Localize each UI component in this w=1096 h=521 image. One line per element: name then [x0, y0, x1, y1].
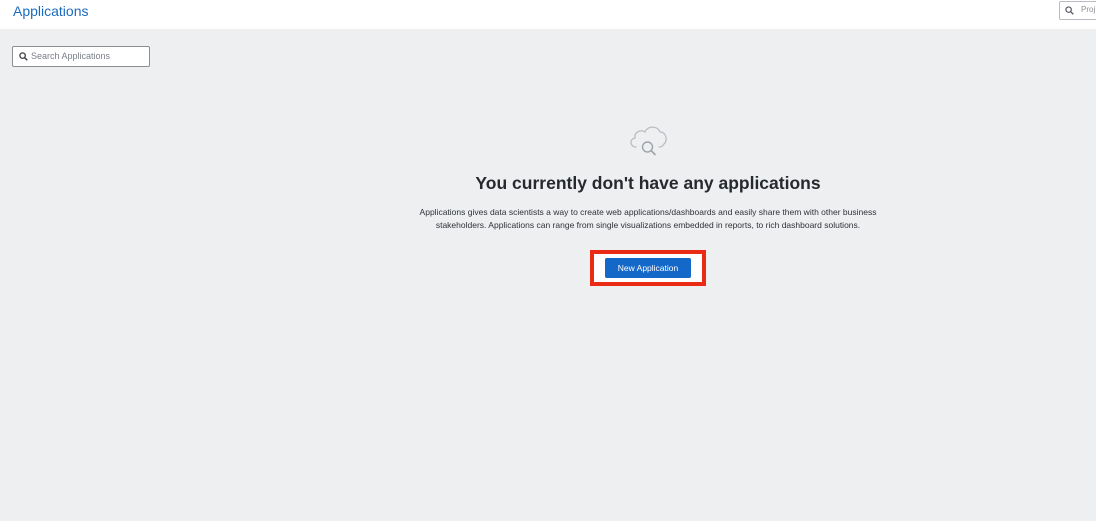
new-application-highlight: New Application [590, 250, 706, 286]
search-applications-placeholder: Search Applications [31, 51, 111, 61]
new-application-button[interactable]: New Application [605, 258, 691, 278]
project-search-placeholder: Proj [1081, 5, 1096, 14]
search-icon [19, 52, 28, 61]
project-search-input[interactable]: Proj [1059, 1, 1096, 20]
empty-state: You currently don't have any application… [398, 120, 898, 232]
page-title: Applications [13, 3, 89, 19]
cloud-search-icon [630, 126, 667, 156]
search-icon [1065, 6, 1074, 15]
empty-state-title: You currently don't have any application… [475, 173, 821, 193]
search-applications-input[interactable]: Search Applications [12, 46, 150, 67]
top-bar: Applications Proj [0, 0, 1096, 29]
empty-state-description: Applications gives data scientists a way… [419, 207, 877, 230]
